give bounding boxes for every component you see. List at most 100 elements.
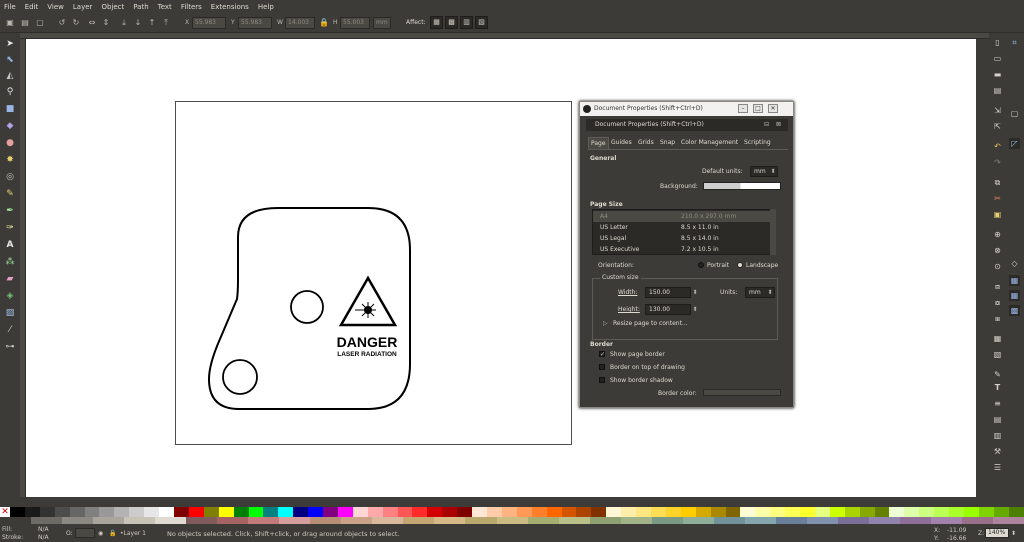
color-swatch[interactable] bbox=[279, 517, 311, 524]
color-swatch[interactable] bbox=[217, 517, 249, 524]
export-icon[interactable]: ⇱ bbox=[992, 121, 1003, 132]
close-icon[interactable]: ✕ bbox=[768, 104, 778, 113]
color-swatch[interactable] bbox=[806, 517, 838, 524]
color-swatch[interactable] bbox=[775, 517, 807, 524]
layer-visibility-icon[interactable]: ◉ bbox=[98, 530, 103, 537]
color-swatch[interactable] bbox=[713, 517, 745, 524]
affect-corners-icon[interactable]: ▩ bbox=[445, 16, 458, 29]
border-color-swatch[interactable] bbox=[703, 389, 781, 396]
color-swatch[interactable] bbox=[93, 517, 125, 524]
color-swatch[interactable] bbox=[465, 517, 497, 524]
color-swatch[interactable] bbox=[591, 507, 607, 517]
snap-grid-icon[interactable]: ▦ bbox=[1009, 290, 1020, 301]
color-swatch[interactable] bbox=[889, 507, 905, 517]
duplicate-icon[interactable]: ⧈ bbox=[992, 281, 1003, 292]
color-swatch[interactable] bbox=[39, 507, 55, 517]
border-on-top-checkbox[interactable] bbox=[599, 364, 605, 370]
select-all-icon[interactable]: ▣ bbox=[4, 17, 16, 29]
print-icon[interactable]: ▤ bbox=[992, 85, 1003, 96]
color-swatch[interactable] bbox=[10, 507, 25, 517]
menu-file[interactable]: File bbox=[4, 3, 16, 11]
background-color-swatch[interactable] bbox=[703, 182, 781, 190]
color-swatch[interactable] bbox=[308, 507, 324, 517]
rotate-ccw-icon[interactable]: ↺ bbox=[56, 17, 68, 29]
color-swatch[interactable] bbox=[859, 507, 875, 517]
page-size-row-a4[interactable]: A4 210.0 x 297.0 mm bbox=[593, 211, 771, 222]
color-swatch[interactable] bbox=[837, 517, 869, 524]
color-swatch[interactable] bbox=[372, 517, 404, 524]
color-swatch[interactable] bbox=[740, 507, 756, 517]
group-icon[interactable]: ▦ bbox=[992, 333, 1003, 344]
page-size-row-us-letter[interactable]: US Letter 8.5 x 11.0 in bbox=[593, 222, 771, 233]
rotate-cw-icon[interactable]: ↻ bbox=[70, 17, 82, 29]
raise-top-icon[interactable]: ⤒ bbox=[160, 17, 172, 29]
menu-path[interactable]: Path bbox=[133, 3, 148, 11]
paste-icon[interactable]: ▣ bbox=[992, 209, 1003, 220]
objects-icon[interactable]: ▥ bbox=[992, 430, 1003, 441]
redo-icon[interactable]: ↷ bbox=[992, 157, 1003, 168]
color-swatch[interactable] bbox=[487, 507, 502, 517]
ellipse-tool-icon[interactable]: ● bbox=[3, 136, 17, 150]
dropper-tool-icon[interactable]: ⁄ bbox=[3, 323, 17, 337]
snap-toggle-icon[interactable]: ⌗ bbox=[1009, 37, 1020, 48]
color-swatch[interactable] bbox=[606, 507, 622, 517]
unit-select[interactable]: mm bbox=[373, 17, 391, 29]
no-paint-swatch[interactable]: ✕ bbox=[0, 507, 10, 517]
zoom-drawing-icon[interactable]: ⊗ bbox=[992, 245, 1003, 256]
color-swatch[interactable] bbox=[114, 507, 130, 517]
color-swatch[interactable] bbox=[84, 507, 100, 517]
rectangle-tool-icon[interactable]: ■ bbox=[3, 102, 17, 116]
preferences-icon[interactable]: ⚒ bbox=[992, 446, 1003, 457]
color-swatch[interactable] bbox=[263, 507, 279, 517]
color-swatch[interactable] bbox=[412, 507, 428, 517]
affect-stroke-icon[interactable]: ▦ bbox=[430, 16, 443, 29]
y-input[interactable]: 55.983 bbox=[238, 17, 272, 29]
color-swatch[interactable] bbox=[397, 507, 413, 517]
width-spin-icon[interactable]: ⬍ bbox=[691, 287, 699, 298]
affect-gradient-icon[interactable]: ▥ bbox=[460, 16, 473, 29]
eraser-tool-icon[interactable]: ▰ bbox=[3, 272, 17, 286]
landscape-radio[interactable] bbox=[737, 262, 743, 268]
color-swatch[interactable] bbox=[159, 507, 174, 517]
color-swatch[interactable] bbox=[144, 507, 160, 517]
color-swatch[interactable] bbox=[527, 517, 559, 524]
color-swatch[interactable] bbox=[744, 517, 776, 524]
height-input[interactable]: 130.00 bbox=[645, 304, 691, 315]
pencil-tool-icon[interactable]: ✎ bbox=[3, 187, 17, 201]
layer-select[interactable]: •Layer 1 bbox=[120, 530, 146, 537]
color-swatch[interactable] bbox=[341, 517, 373, 524]
zoom-tool-icon[interactable]: ⚲ bbox=[3, 85, 17, 99]
color-swatch[interactable] bbox=[323, 507, 338, 517]
color-swatch[interactable] bbox=[457, 507, 473, 517]
resize-expander-icon[interactable]: ▷ bbox=[603, 320, 608, 327]
affect-pattern-icon[interactable]: ▧ bbox=[475, 16, 488, 29]
width-input[interactable]: 14.003 bbox=[285, 17, 315, 29]
spray-tool-icon[interactable]: ⁂ bbox=[3, 255, 17, 269]
3d-box-tool-icon[interactable]: ◆ bbox=[3, 119, 17, 133]
color-swatch[interactable] bbox=[665, 507, 681, 517]
lower-icon[interactable]: ↓ bbox=[132, 17, 144, 29]
color-swatch[interactable] bbox=[546, 507, 562, 517]
menu-edit[interactable]: Edit bbox=[25, 3, 39, 11]
color-swatch[interactable] bbox=[62, 517, 94, 524]
color-swatch[interactable] bbox=[442, 507, 458, 517]
snap-bbox-edge-icon[interactable]: ◸ bbox=[1009, 138, 1020, 149]
bucket-tool-icon[interactable]: ◈ bbox=[3, 289, 17, 303]
color-swatch[interactable] bbox=[472, 507, 487, 517]
color-swatch[interactable] bbox=[248, 517, 280, 524]
color-swatch[interactable] bbox=[155, 517, 187, 524]
color-swatch[interactable] bbox=[770, 507, 786, 517]
page-size-list[interactable]: A4 210.0 x 297.0 mm US Letter 8.5 x 11.0… bbox=[592, 209, 772, 255]
color-swatch[interactable] bbox=[934, 507, 950, 517]
color-swatch[interactable] bbox=[755, 507, 771, 517]
color-swatch[interactable] bbox=[695, 507, 711, 517]
cut-icon[interactable]: ✂ bbox=[992, 193, 1003, 204]
text-tool-icon[interactable]: A bbox=[3, 238, 17, 252]
ungroup-icon[interactable]: ▧ bbox=[992, 349, 1003, 360]
color-swatch[interactable] bbox=[814, 507, 830, 517]
panel-iconify-icon[interactable]: ⊟ bbox=[764, 119, 769, 131]
color-swatch[interactable] bbox=[54, 507, 70, 517]
x-input[interactable]: 55.983 bbox=[192, 17, 226, 29]
color-swatch[interactable] bbox=[650, 507, 666, 517]
color-swatch[interactable] bbox=[310, 517, 342, 524]
